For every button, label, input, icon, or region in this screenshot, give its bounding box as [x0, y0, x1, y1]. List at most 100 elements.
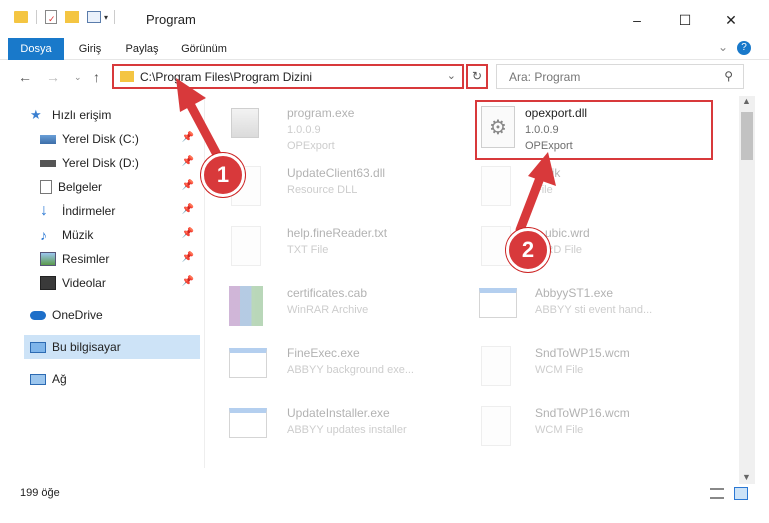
large-icons-view-icon[interactable] — [734, 487, 748, 500]
chevron-down-icon[interactable]: ⌄ — [718, 40, 728, 54]
sidebar-item-label: Resimler — [62, 252, 110, 266]
music-icon: ♪ — [40, 227, 47, 243]
file-type: WCM File — [535, 424, 584, 436]
sidebar-item-label: Yerel Disk (D:) — [62, 156, 139, 170]
cloud-icon — [30, 310, 46, 320]
file-name: UpdateInstaller.exe — [287, 406, 390, 420]
file-item[interactable]: help.fineReader.txt TXT File — [205, 220, 435, 276]
ribbon: Dosya Giriş Paylaş Görünüm ⌄ ? — [0, 38, 769, 94]
sidebar-item-this-pc[interactable]: Bu bilgisayar — [24, 335, 200, 359]
new-folder-icon[interactable] — [65, 11, 79, 23]
file-icon — [481, 406, 511, 446]
file-item[interactable]: AbbyyST1.exe ABBYY sti event hand... — [477, 280, 707, 336]
refresh-button[interactable]: ↻ — [466, 64, 488, 89]
chevron-down-icon[interactable]: ▾ — [104, 13, 108, 22]
file-type: Resource DLL — [287, 184, 358, 196]
properties-icon[interactable]: ✓ — [45, 10, 57, 24]
up-arrow-icon[interactable]: ↑ — [93, 69, 100, 85]
file-item[interactable]: certificates.cab WinRAR Archive — [205, 280, 435, 336]
search-input[interactable]: Ara: Program ⚲ — [496, 64, 744, 89]
text-file-icon — [231, 226, 261, 266]
pin-icon[interactable]: 📌 — [182, 228, 194, 239]
chevron-down-icon[interactable]: ▼ — [742, 472, 751, 482]
tab-home[interactable]: Giriş — [70, 38, 110, 60]
sidebar-item-label: Videolar — [62, 276, 106, 290]
drive-icon — [40, 159, 56, 167]
pictures-icon — [40, 252, 56, 266]
forward-arrow-icon[interactable]: → — [46, 69, 60, 85]
highlight-box — [475, 100, 713, 160]
sidebar-item-videos[interactable]: Videolar 📌 — [40, 271, 200, 295]
refresh-icon: ↻ — [471, 69, 483, 83]
sidebar-item-downloads[interactable]: ↓ İndirmeler 📌 — [40, 199, 200, 223]
tab-view[interactable]: Görünüm — [174, 38, 234, 60]
app-icon — [479, 288, 517, 318]
minimize-button[interactable]: – — [614, 6, 660, 34]
status-bar: 199 öğe — [0, 484, 769, 504]
file-name: UpdateClient63.dll — [287, 166, 386, 180]
search-icon: ⚲ — [724, 69, 733, 83]
pin-icon[interactable]: 📌 — [182, 252, 194, 263]
file-name: ...ajk — [535, 166, 561, 180]
folder-icon — [120, 71, 134, 82]
file-company: OPExport — [287, 140, 335, 152]
folder-icon — [14, 11, 28, 23]
file-type: TXT File — [287, 244, 329, 256]
sidebar-item-label: Bu bilgisayar — [52, 340, 121, 354]
maximize-button[interactable]: ☐ — [662, 6, 708, 34]
sidebar-item-onedrive[interactable]: OneDrive — [30, 303, 200, 327]
close-button[interactable]: ✕ — [708, 6, 754, 34]
file-icon — [481, 346, 511, 386]
sidebar-item-disk-c[interactable]: Yerel Disk (C:) 📌 — [40, 127, 200, 151]
exe-icon — [231, 108, 259, 138]
pin-icon[interactable]: 📌 — [182, 156, 194, 167]
download-icon: ↓ — [40, 202, 48, 219]
sidebar-item-documents[interactable]: Belgeler 📌 — [40, 175, 200, 199]
app-icon — [229, 408, 267, 438]
file-name: SndToWP16.wcm — [535, 406, 630, 420]
details-view-icon[interactable] — [710, 488, 724, 499]
file-item[interactable]: ...ajk File — [477, 160, 707, 216]
view-options-icon[interactable] — [87, 11, 101, 23]
file-description: ABBYY updates installer — [287, 424, 407, 436]
file-item[interactable]: program.exe 1.0.0.9 OPExport — [205, 100, 435, 156]
file-name: SndToWP15.wcm — [535, 346, 630, 360]
pin-icon[interactable]: 📌 — [182, 276, 194, 287]
star-icon: ★ — [30, 107, 42, 122]
sidebar-item-quick-access[interactable]: ★ Hızlı erişim — [30, 103, 230, 127]
file-name: help.fineReader.txt — [287, 226, 388, 240]
file-item[interactable]: SndToWP16.wcm WCM File — [477, 400, 707, 456]
file-name: AbbyyST1.exe — [535, 286, 614, 300]
item-count: 199 öğe — [20, 487, 60, 499]
drive-icon — [40, 134, 56, 144]
sidebar-item-music[interactable]: ♪ Müzik 📌 — [40, 223, 200, 247]
pin-icon[interactable]: 📌 — [182, 204, 194, 215]
address-bar[interactable]: C:\Program Files\Program Dizini ⌄ — [112, 64, 464, 89]
computer-icon — [30, 341, 46, 353]
pin-icon[interactable]: 📌 — [182, 132, 194, 143]
scrollbar-thumb[interactable] — [741, 112, 753, 160]
file-item[interactable]: UpdateInstaller.exe ABBYY updates instal… — [205, 400, 435, 456]
step-badge-1: 1 — [201, 153, 245, 197]
chevron-down-icon[interactable]: ⌄ — [447, 69, 456, 82]
sidebar-item-pictures[interactable]: Resimler 📌 — [40, 247, 200, 271]
pin-icon[interactable]: 📌 — [182, 180, 194, 191]
videos-icon — [40, 276, 56, 290]
file-item[interactable]: FineExec.exe ABBYY background exe... — [205, 340, 435, 396]
navigation-pane: ★ Hızlı erişim Yerel Disk (C:) 📌 Yerel D… — [0, 96, 204, 468]
sidebar-item-network[interactable]: Ağ — [30, 367, 200, 391]
title-bar: ✓ ▾ Program – ☐ ✕ — [0, 0, 769, 38]
file-item[interactable]: SndToWP15.wcm WCM File — [477, 340, 707, 396]
address-path: C:\Program Files\Program Dizini — [140, 70, 313, 84]
search-placeholder: Ara: Program — [509, 70, 581, 84]
sidebar-item-label: Belgeler — [58, 180, 103, 194]
app-icon — [229, 348, 267, 378]
chevron-up-icon[interactable]: ▲ — [742, 96, 751, 106]
step-badge-2: 2 — [506, 228, 550, 272]
tab-share[interactable]: Paylaş — [118, 38, 166, 60]
recent-locations-icon[interactable]: ⌄ — [74, 72, 82, 83]
help-icon[interactable]: ? — [737, 41, 751, 55]
back-arrow-icon[interactable]: ← — [18, 69, 32, 85]
file-type: WinRAR Archive — [287, 304, 369, 316]
sidebar-item-disk-d[interactable]: Yerel Disk (D:) 📌 — [40, 151, 200, 175]
